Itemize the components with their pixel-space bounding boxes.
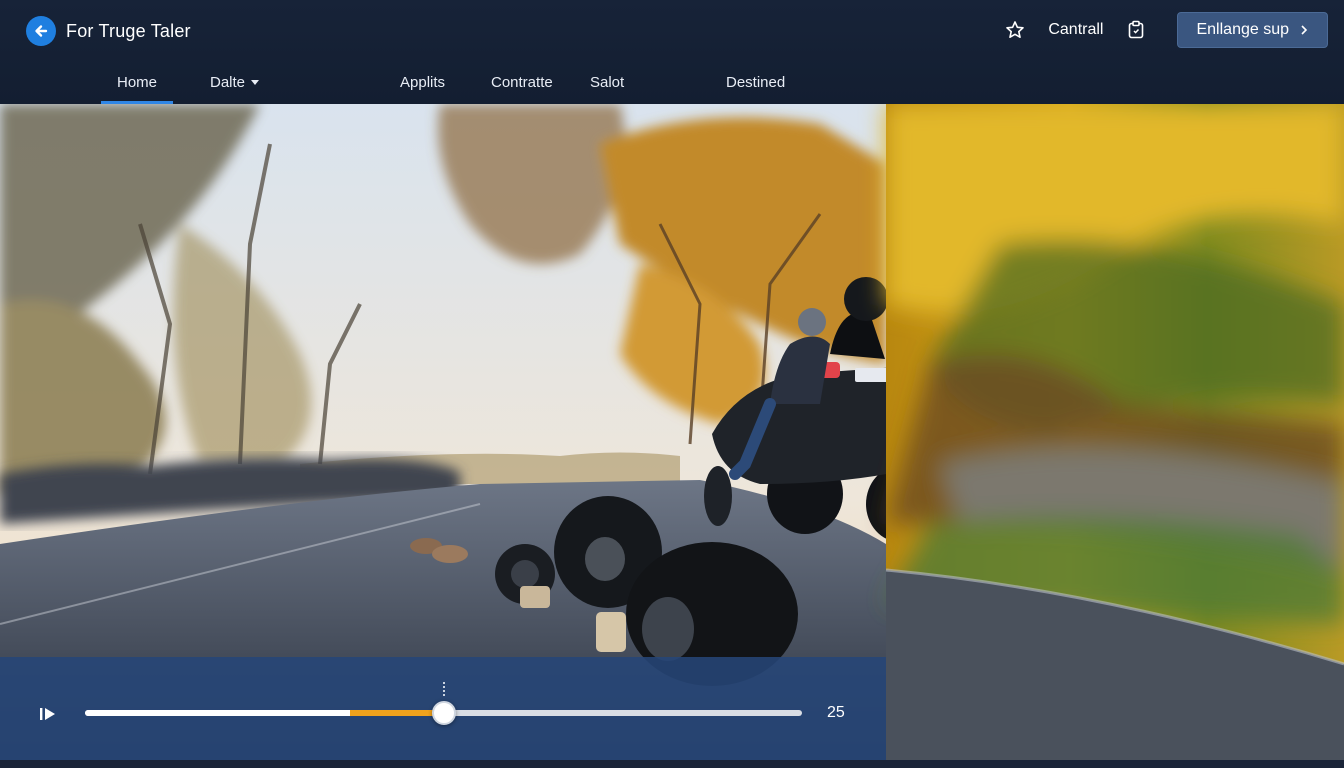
cta-button[interactable]: Enllange sup — [1177, 12, 1328, 48]
nav-label: Contratte — [491, 74, 553, 91]
back-arrow-icon — [35, 25, 48, 37]
nav-label: Home — [117, 74, 158, 91]
clipboard-icon — [1129, 20, 1144, 39]
cta-label: Enllange sup — [1196, 21, 1289, 38]
nav-label: Dalte — [210, 74, 246, 91]
bottom-strip — [0, 760, 1344, 768]
app-title: For Truge Taler — [66, 20, 191, 41]
time-label: 25 — [827, 704, 845, 721]
top-bar: For Truge Taler Cantrall Enllange sup Ho… — [0, 0, 1344, 104]
chevron-right-icon — [1301, 25, 1308, 35]
progress-played — [350, 710, 444, 716]
progress-thumb[interactable] — [431, 701, 456, 725]
nav-item-destined[interactable]: Destined — [726, 62, 785, 104]
nav-item-dalte[interactable]: Dalte — [210, 62, 260, 104]
brand: For Truge Taler — [26, 16, 191, 46]
play-pause-button[interactable] — [38, 702, 62, 726]
main-nav: Home Dalte Applits Contratte Salot Desti… — [0, 62, 1000, 104]
scrubber-marker — [442, 682, 445, 696]
nav-label: Applits — [400, 74, 446, 91]
nav-item-applits[interactable]: Applits — [400, 62, 445, 104]
header-actions: Cantrall Enllange sup — [1004, 12, 1328, 48]
nav-item-salot[interactable]: Salot — [590, 62, 624, 104]
nav-label: Salot — [590, 74, 625, 91]
nav-item-home[interactable]: Home — [100, 62, 174, 104]
clipboard-button[interactable] — [1125, 19, 1147, 41]
play-pause-icon — [40, 708, 55, 720]
account-link[interactable]: Cantrall — [1048, 21, 1103, 39]
favorite-button[interactable] — [1004, 19, 1026, 41]
caret-down-icon — [251, 80, 260, 85]
back-button[interactable] — [26, 16, 56, 46]
star-icon — [1006, 21, 1025, 38]
nav-label: Destined — [726, 74, 786, 91]
nav-item-contratte[interactable]: Contratte — [491, 62, 553, 104]
